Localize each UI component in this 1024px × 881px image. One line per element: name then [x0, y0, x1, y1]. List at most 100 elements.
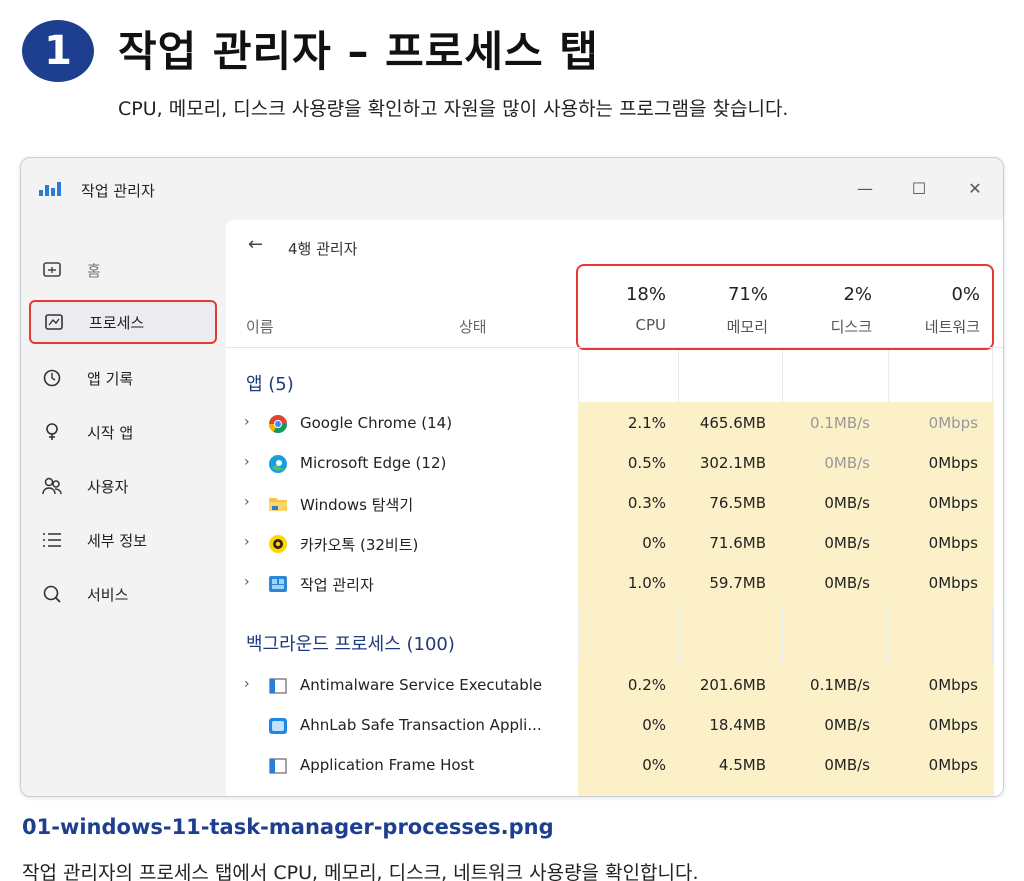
cpu-value: 0%: [642, 716, 666, 734]
chevron-right-icon[interactable]: ›: [244, 534, 250, 550]
cpu-value: 1.0%: [627, 574, 666, 592]
minimize-button[interactable]: —: [847, 174, 883, 202]
edge-icon: [269, 455, 287, 473]
details-icon: [39, 530, 65, 550]
cpu-value: 0.2%: [627, 676, 666, 694]
step-number-badge: 1: [22, 20, 94, 82]
table-row[interactable]: › 작업 관리자 1.0% 59.7MB 0MB/s 0Mbps: [226, 564, 1003, 604]
chevron-right-icon[interactable]: ›: [244, 414, 250, 430]
memory-value: 302.1MB: [699, 454, 766, 472]
ahnlab-icon: [269, 718, 287, 734]
column-header-disk[interactable]: 디스크: [782, 316, 872, 337]
cpu-value: 0%: [642, 534, 666, 552]
process-name: Windows 탐색기: [300, 496, 414, 514]
table-row[interactable]: › Antimalware Service Executable 0.2% 20…: [226, 666, 1003, 706]
column-header-memory[interactable]: 메모리: [678, 316, 768, 337]
services-icon: [39, 584, 65, 604]
history-icon: [39, 368, 65, 388]
memory-value: 4.5MB: [718, 756, 766, 774]
minimize-icon: —: [857, 178, 873, 198]
sidebar-item-label: 세부 정보: [87, 531, 147, 550]
process-name: 카카오톡 (32비트): [300, 536, 419, 554]
processes-pane: ← 4행 관리자 이름 상태 18% CPU 71% 메모리 2% 디스크 0%…: [226, 220, 1003, 796]
table-row[interactable]: AhnLab Safe Transaction Appli... 0% 18.4…: [226, 706, 1003, 746]
task-manager-window: 작업 관리자 — ☐ ✕ 홈 프로세스 앱 기록 시작 앱 사용자 세부 정보 …: [20, 157, 1004, 797]
title-bar: 작업 관리자 — ☐ ✕: [21, 158, 1003, 220]
network-total-percent[interactable]: 0%: [890, 284, 980, 305]
sidebar-item-services[interactable]: 서비스: [29, 572, 217, 616]
cpu-value: 2.1%: [627, 414, 666, 432]
column-header-name[interactable]: 이름: [246, 316, 274, 337]
network-value: 0Mbps: [928, 574, 978, 592]
group-title-apps: 앱 (5): [246, 374, 294, 395]
memory-value: 76.5MB: [709, 494, 766, 512]
sidebar-item-details[interactable]: 세부 정보: [29, 518, 217, 562]
column-header-status[interactable]: 상태: [459, 316, 487, 337]
process-name: AhnLab Safe Transaction Appli...: [300, 716, 542, 734]
sidebar-item-label: 홈: [87, 261, 101, 280]
process-name: Antimalware Service Executable: [300, 676, 543, 694]
screenshot-caption: 작업 관리자의 프로세스 탭에서 CPU, 메모리, 디스크, 네트워크 사용량…: [22, 862, 699, 881]
sidebar-item-startup-apps[interactable]: 시작 앱: [29, 410, 217, 454]
network-value: 0Mbps: [928, 676, 978, 694]
disk-total-percent[interactable]: 2%: [782, 284, 872, 305]
memory-value: 465.6MB: [699, 414, 766, 432]
table-row[interactable]: › Microsoft Edge (12) 0.5% 302.1MB 0MB/s…: [226, 444, 1003, 484]
network-value: 0Mbps: [928, 414, 978, 432]
service-icon: [269, 678, 287, 694]
processes-icon: [41, 312, 67, 332]
screenshot-filename: 01-windows-11-task-manager-processes.png: [22, 815, 554, 839]
task-manager-app-icon: [39, 182, 61, 196]
process-name: Google Chrome (14): [300, 414, 453, 432]
chevron-right-icon[interactable]: ›: [244, 574, 250, 590]
sidebar: 홈 프로세스 앱 기록 시작 앱 사용자 세부 정보 서비스: [21, 220, 226, 796]
sidebar-item-users[interactable]: 사용자: [29, 464, 217, 508]
back-arrow-icon[interactable]: ←: [248, 234, 263, 255]
pane-title: 4행 관리자: [288, 240, 358, 258]
service-icon: [269, 758, 287, 774]
column-header-network[interactable]: 네트워크: [890, 316, 980, 337]
cpu-value: 0.3%: [627, 494, 666, 512]
maximize-button[interactable]: ☐: [901, 174, 937, 202]
chrome-icon: [269, 415, 287, 434]
sidebar-item-processes[interactable]: 프로세스: [29, 300, 217, 344]
process-name: 작업 관리자: [300, 576, 374, 594]
table-row[interactable]: › Windows 탐색기 0.3% 76.5MB 0MB/s 0Mbps: [226, 484, 1003, 524]
disk-value: 0MB/s: [824, 756, 870, 774]
maximize-icon: ☐: [911, 178, 927, 198]
memory-value: 18.4MB: [709, 716, 766, 734]
memory-value: 201.6MB: [699, 676, 766, 694]
kakaotalk-icon: [269, 535, 287, 553]
cpu-value: 0%: [642, 756, 666, 774]
startup-icon: [39, 422, 65, 442]
task-manager-icon: [269, 576, 287, 592]
close-icon: ✕: [968, 178, 982, 198]
cpu-total-percent[interactable]: 18%: [576, 284, 666, 305]
memory-total-percent[interactable]: 71%: [678, 284, 768, 305]
sidebar-item-app-history[interactable]: 앱 기록: [29, 356, 217, 400]
chevron-right-icon[interactable]: ›: [244, 494, 250, 510]
sidebar-item-home[interactable]: 홈: [29, 248, 217, 292]
disk-value: 0.1MB/s: [810, 414, 870, 432]
memory-value: 71.6MB: [709, 534, 766, 552]
table-row[interactable]: Application Frame Host 0% 4.5MB 0MB/s 0M…: [226, 746, 1003, 786]
network-value: 0Mbps: [928, 454, 978, 472]
disk-value: 0.1MB/s: [810, 676, 870, 694]
network-value: 0Mbps: [928, 534, 978, 552]
close-button[interactable]: ✕: [957, 174, 993, 202]
window-title: 작업 관리자: [81, 182, 155, 200]
disk-value: 0MB/s: [824, 716, 870, 734]
network-value: 0Mbps: [928, 756, 978, 774]
page-subheading: CPU, 메모리, 디스크 사용량을 확인하고 자원을 많이 사용하는 프로그램…: [118, 98, 789, 120]
sidebar-item-label: 프로세스: [89, 313, 145, 332]
table-row[interactable]: › Google Chrome (14) 2.1% 465.6MB 0.1MB/…: [226, 404, 1003, 444]
chevron-right-icon[interactable]: ›: [244, 454, 250, 470]
column-header-cpu[interactable]: CPU: [576, 316, 667, 334]
chevron-right-icon[interactable]: ›: [244, 676, 250, 692]
cpu-value: 0.5%: [627, 454, 666, 472]
table-row[interactable]: › 카카오톡 (32비트) 0% 71.6MB 0MB/s 0Mbps: [226, 524, 1003, 564]
sidebar-item-label: 사용자: [87, 477, 129, 496]
disk-value: 0MB/s: [824, 534, 870, 552]
process-name: Microsoft Edge (12): [300, 454, 447, 472]
page-heading: 작업 관리자 – 프로세스 탭: [118, 27, 599, 76]
